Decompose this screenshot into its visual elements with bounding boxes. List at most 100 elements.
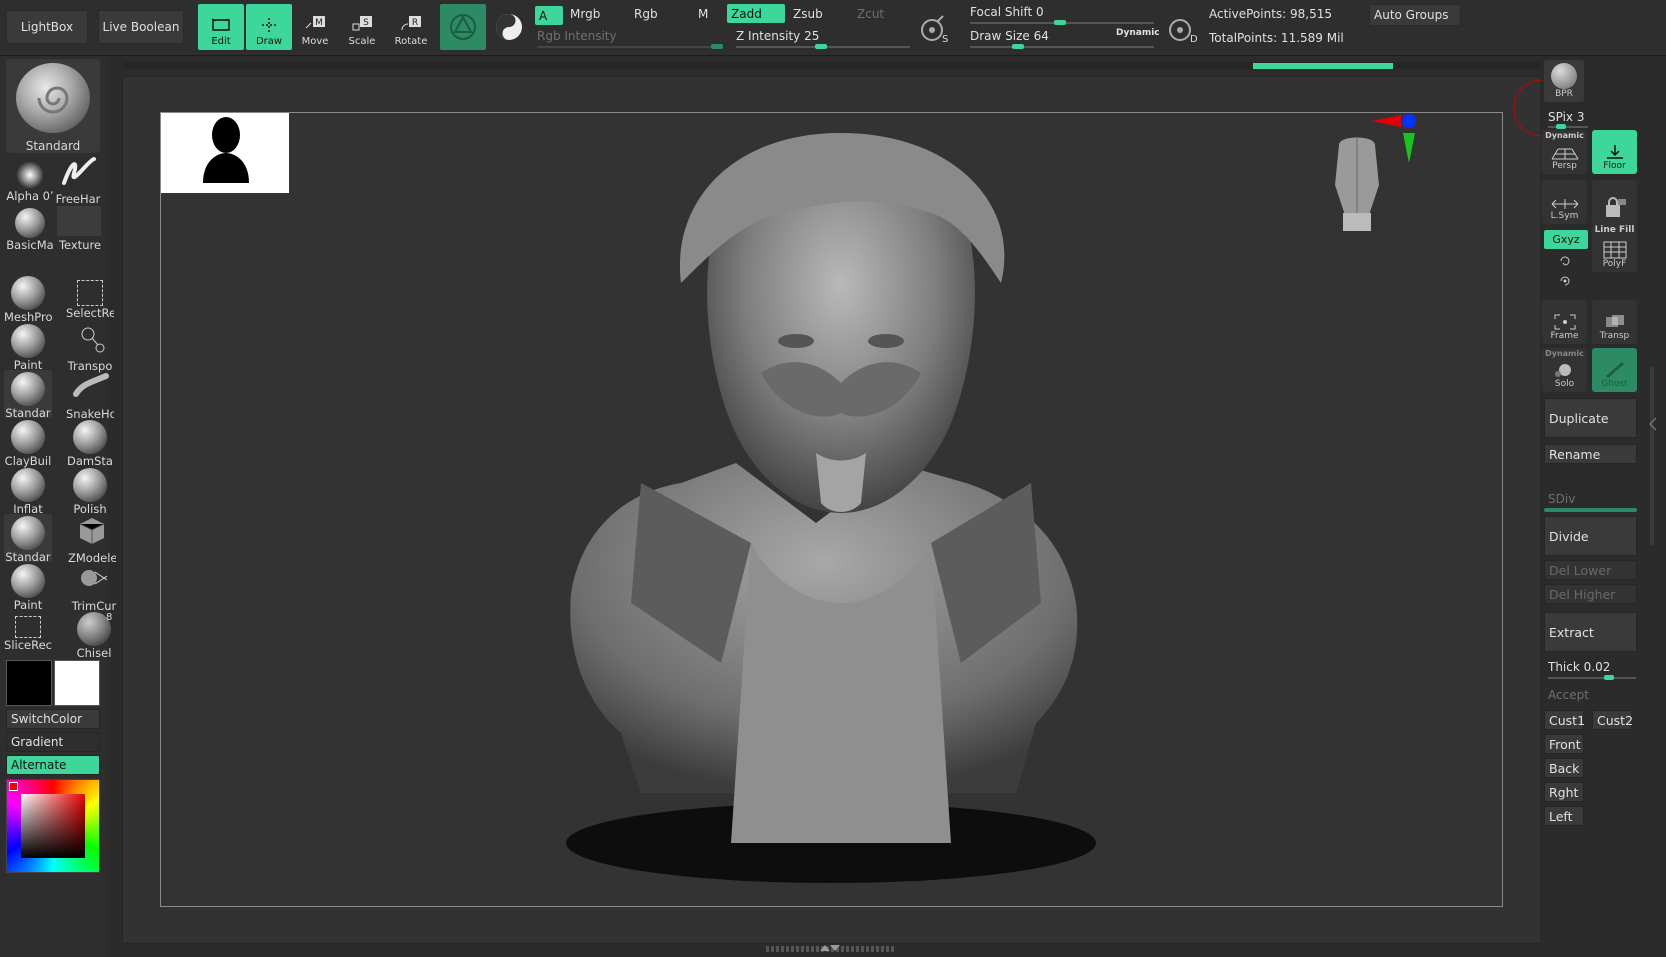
rgb-intensity-slider[interactable] bbox=[537, 46, 723, 48]
solo-button[interactable]: Dynamic Solo bbox=[1542, 348, 1587, 392]
lock-camera-button[interactable] bbox=[1592, 180, 1637, 224]
rename-button[interactable]: Rename bbox=[1544, 444, 1637, 464]
brush-inflat[interactable]: Inflat bbox=[4, 466, 52, 516]
brush-trimcurve[interactable]: TrimCur bbox=[70, 562, 118, 613]
sculpt-model[interactable] bbox=[561, 123, 1121, 903]
duplicate-button[interactable]: Duplicate bbox=[1544, 398, 1637, 438]
current-brush-button[interactable]: Standard bbox=[6, 59, 100, 153]
scale-button[interactable]: S Scale bbox=[339, 4, 385, 50]
xyz-symmetry-button[interactable]: Gxyz bbox=[1544, 230, 1588, 249]
rotate-z-icon[interactable] bbox=[1558, 274, 1572, 288]
brush-slicerect[interactable]: SliceRec bbox=[4, 610, 52, 658]
zadd-button[interactable]: Zadd bbox=[727, 4, 785, 23]
cust1-button[interactable]: Cust1 bbox=[1544, 710, 1585, 730]
brush-paint-2[interactable]: Paint bbox=[4, 562, 52, 612]
sdiv-slider[interactable] bbox=[1544, 508, 1637, 512]
edit-label: Edit bbox=[211, 36, 231, 47]
brush-selectrect[interactable]: SelectRe bbox=[66, 274, 114, 322]
cust2-button[interactable]: Cust2 bbox=[1592, 710, 1633, 730]
persp-button[interactable]: Dynamic Persp bbox=[1542, 130, 1587, 174]
draw-size-knob[interactable] bbox=[1012, 44, 1024, 49]
texture-button[interactable]: Texture bbox=[56, 202, 102, 252]
navigator-thumbnail[interactable] bbox=[161, 113, 289, 193]
color-picker-cursor[interactable] bbox=[9, 782, 18, 791]
sculptris-pro-button[interactable] bbox=[440, 4, 486, 50]
edit-button[interactable]: Edit bbox=[198, 4, 244, 50]
auto-groups-button[interactable]: Auto Groups bbox=[1369, 4, 1461, 26]
front-button[interactable]: Front bbox=[1544, 734, 1584, 754]
move-button[interactable]: M Move bbox=[292, 4, 338, 50]
brush-snakehook[interactable]: SnakeHo bbox=[66, 370, 114, 421]
right-view-button[interactable]: Rght bbox=[1544, 782, 1584, 802]
stroke-button[interactable]: FreeHar bbox=[54, 155, 102, 206]
ghost-button[interactable]: Ghost bbox=[1592, 348, 1637, 392]
brush-transpose[interactable]: Transpo bbox=[66, 322, 114, 373]
thick-knob[interactable] bbox=[1604, 675, 1614, 680]
rgb-intensity-knob[interactable] bbox=[711, 44, 723, 49]
color-picker[interactable] bbox=[6, 779, 100, 873]
brush-claybuildup[interactable]: ClayBuil bbox=[4, 418, 52, 468]
extract-button[interactable]: Extract bbox=[1544, 612, 1637, 652]
spix-knob[interactable] bbox=[1556, 124, 1566, 129]
draw-size-slider[interactable] bbox=[970, 46, 1154, 48]
frame-button[interactable]: Frame bbox=[1542, 300, 1587, 344]
a-toggle[interactable]: A bbox=[535, 6, 563, 25]
stroke-d-button[interactable]: D bbox=[1165, 12, 1199, 46]
brush-standard[interactable]: Standar bbox=[4, 370, 52, 420]
dynamic-label: Dynamic bbox=[1545, 131, 1584, 140]
m-button[interactable]: M bbox=[698, 7, 708, 21]
dynamic-toggle[interactable]: Dynamic bbox=[1116, 28, 1160, 38]
focal-shift-knob[interactable] bbox=[1054, 20, 1066, 25]
lightbox-button[interactable]: LightBox bbox=[6, 10, 88, 44]
gradient-button[interactable]: Gradient bbox=[6, 732, 100, 752]
floor-button[interactable]: Floor bbox=[1592, 130, 1637, 174]
switch-color-button[interactable]: SwitchColor bbox=[6, 709, 100, 729]
brush-damstandard[interactable]: DamSta bbox=[66, 418, 114, 468]
secondary-color-swatch[interactable] bbox=[54, 660, 100, 706]
rgb-button[interactable]: Rgb bbox=[634, 7, 658, 21]
material-button[interactable]: BasicMa bbox=[6, 202, 54, 252]
zsub-button[interactable]: Zsub bbox=[793, 7, 823, 21]
color-picker-square[interactable] bbox=[21, 794, 85, 858]
transp-button[interactable]: Transp bbox=[1592, 300, 1637, 344]
collapse-right-icon[interactable] bbox=[1648, 416, 1658, 432]
local-symmetry-button[interactable]: L.Sym bbox=[1542, 180, 1587, 224]
draw-button[interactable]: Draw bbox=[246, 4, 292, 50]
accept-button[interactable]: Accept bbox=[1548, 688, 1589, 702]
alpha-button[interactable]: Alpha 0ʼ bbox=[6, 155, 54, 203]
alternate-button[interactable]: Alternate bbox=[6, 755, 100, 775]
del-lower-button[interactable]: Del Lower bbox=[1544, 560, 1637, 580]
brush-paint[interactable]: Paint bbox=[4, 322, 52, 372]
back-label: Back bbox=[1549, 760, 1580, 776]
right-scrollbar[interactable] bbox=[1650, 366, 1654, 546]
spix-label[interactable]: SPix 3 bbox=[1548, 110, 1584, 124]
stroke-s-button[interactable]: S bbox=[917, 12, 951, 46]
brush-standard-2[interactable]: Standar bbox=[4, 514, 52, 564]
axis-gizmo[interactable] bbox=[1365, 113, 1421, 173]
expand-tray-icon[interactable] bbox=[818, 943, 842, 953]
main-color-swatch[interactable] bbox=[6, 660, 52, 706]
divide-button[interactable]: Divide bbox=[1544, 516, 1637, 556]
left-view-button[interactable]: Left bbox=[1544, 806, 1584, 826]
back-button[interactable]: Back bbox=[1544, 758, 1584, 778]
z-intensity-value: 25 bbox=[804, 29, 820, 43]
rotate-button[interactable]: R Rotate bbox=[388, 4, 434, 50]
brush-chisel[interactable]: Chisel 8 bbox=[70, 610, 118, 660]
gizmo-toggle-button[interactable] bbox=[486, 4, 532, 50]
rotate-y-icon[interactable] bbox=[1558, 254, 1572, 268]
brush-polish[interactable]: Polish bbox=[66, 466, 114, 516]
polyf-button[interactable]: Line Fill PolyF bbox=[1592, 224, 1637, 272]
bpr-button[interactable]: BPR bbox=[1544, 60, 1584, 102]
brush-zmodeler[interactable]: ZModele bbox=[68, 514, 116, 565]
brush-meshpro[interactable]: MeshPro bbox=[4, 274, 52, 324]
document-canvas[interactable] bbox=[160, 112, 1503, 907]
rght-label: Rght bbox=[1549, 784, 1579, 800]
thick-slider[interactable] bbox=[1548, 677, 1636, 679]
mrgb-button[interactable]: Mrgb bbox=[570, 7, 600, 21]
thick-label[interactable]: Thick 0.02 bbox=[1548, 660, 1610, 674]
z-intensity-knob[interactable] bbox=[815, 44, 827, 49]
del-higher-button[interactable]: Del Higher bbox=[1544, 584, 1637, 604]
zcut-button[interactable]: Zcut bbox=[857, 7, 884, 21]
spix-slider[interactable] bbox=[1548, 126, 1588, 128]
live-boolean-button[interactable]: Live Boolean bbox=[98, 10, 184, 44]
